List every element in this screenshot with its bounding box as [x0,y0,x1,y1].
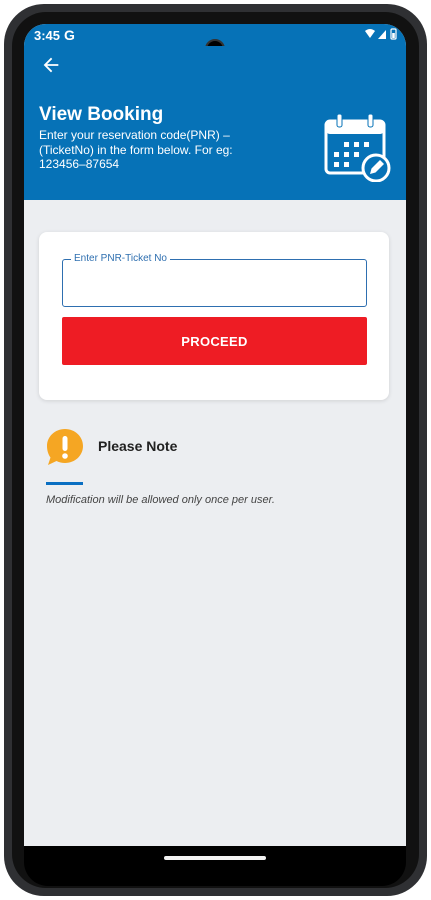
google-indicator: G [64,27,75,43]
note-underline [46,482,83,485]
back-arrow-icon[interactable] [40,54,62,76]
exclamation-speech-bubble-icon [47,429,83,465]
bottom-bezel [24,846,406,886]
page-subtitle: Enter your reservation code(PNR) –(Ticke… [39,128,233,171]
note-text: Modification will be allowed only once p… [46,494,275,506]
page-title: View Booking [39,104,164,125]
pnr-ticket-input[interactable] [63,260,366,306]
note-title: Please Note [98,438,178,454]
proceed-button[interactable]: PROCEED [62,317,367,365]
pnr-ticket-field[interactable]: Enter PNR-Ticket No [62,253,367,307]
home-indicator[interactable] [164,856,266,860]
calendar-edit-icon [324,113,391,182]
status-time: 3:45 [34,28,61,43]
pnr-ticket-label: Enter PNR-Ticket No [71,253,170,264]
app-screen: 3:45 G View Booking Enter your reservati… [24,24,406,846]
pnr-form-card: Enter PNR-Ticket No PROCEED [39,232,389,400]
wifi-signal-battery-icon [365,28,397,40]
status-bar: 3:45 G [24,24,406,59]
app-header: View Booking Enter your reservation code… [24,46,406,200]
status-icons [364,28,398,43]
